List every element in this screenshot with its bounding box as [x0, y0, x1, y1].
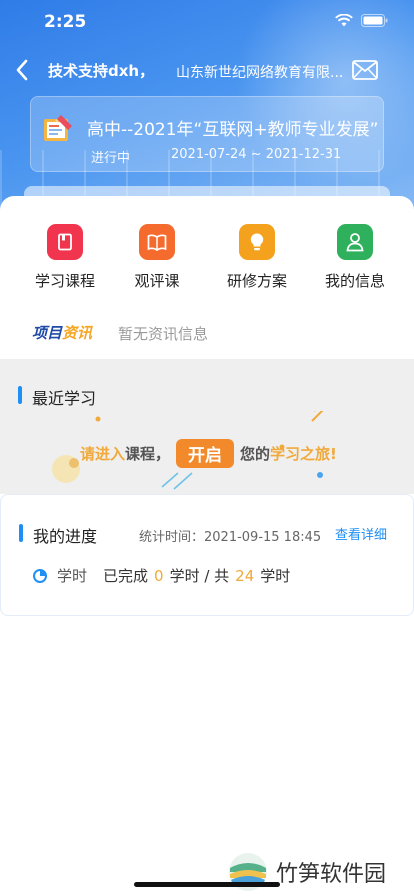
- project-title: 高中--2021年“互联网+教师专业发展”: [87, 120, 379, 140]
- completed-label: 已完成: [103, 567, 149, 585]
- menu-label: 学习课程: [34, 272, 95, 290]
- status-bar: 2:25: [0, 0, 414, 44]
- project-dates: 2021-07-24 ~ 2021-12-31: [171, 147, 342, 162]
- status-time: 2:25: [44, 12, 87, 32]
- menu-label: 观评课: [134, 272, 180, 290]
- hours-summary: 学时 已完成 0 学时 / 共 24 学时: [33, 565, 290, 586]
- watermark-text: 竹笋软件园: [276, 862, 387, 887]
- completed-unit: 学时 / 共: [169, 567, 230, 585]
- nav-title: 技术支持dxh，: [48, 62, 155, 80]
- wifi-icon: [335, 14, 353, 27]
- user-icon: [337, 224, 373, 260]
- nav-bar: 技术支持dxh， 山东新世纪网络教育有限...: [0, 52, 414, 88]
- news-logo: 项目资讯: [32, 322, 92, 343]
- recent-study-section: 最近学习 请进入 课程， 开启 您的 学习之旅!: [0, 359, 414, 494]
- banner-text-b: 课程，: [125, 445, 171, 463]
- progress-card: 我的进度 统计时间：2021-09-15 18:45 查看详细 学时 已完成 0…: [0, 494, 414, 616]
- menu-label: 我的信息: [324, 272, 385, 290]
- menu-study-courses[interactable]: 学习课程: [25, 224, 105, 291]
- total-unit: 学时: [260, 567, 291, 585]
- banner-text-a: 请进入: [80, 445, 126, 463]
- project-card[interactable]: 高中--2021年“互联网+教师专业发展” 进行中 2021-07-24 ~ 2…: [30, 96, 384, 172]
- section-marker: [19, 524, 23, 542]
- open-book-icon: [139, 224, 175, 260]
- banner-text-c: 您的: [240, 445, 271, 463]
- study-banner[interactable]: 请进入 课程， 开启 您的 学习之旅!: [80, 439, 337, 468]
- back-button[interactable]: [8, 56, 36, 84]
- news-logo-part-a: 项目: [32, 324, 63, 342]
- chevron-left-icon: [16, 59, 28, 81]
- hours-unit-label: 学时: [57, 567, 88, 585]
- section-marker: [18, 386, 22, 404]
- mail-button[interactable]: [352, 60, 378, 80]
- home-indicator[interactable]: [134, 882, 280, 887]
- menu-label: 研修方案: [226, 272, 287, 290]
- lightbulb-icon: [239, 224, 275, 260]
- status-icons: [335, 14, 388, 27]
- banner-start-pill: 开启: [176, 439, 235, 468]
- progress-title: 我的进度: [33, 527, 98, 546]
- stat-time: 统计时间：2021-09-15 18:45: [139, 530, 322, 545]
- project-book-icon: [44, 115, 72, 141]
- completed-hours: 0: [154, 566, 164, 585]
- news-empty-text: 暂无资讯信息: [118, 325, 209, 343]
- view-details-link[interactable]: 查看详细: [335, 524, 387, 543]
- battery-icon: [361, 14, 388, 27]
- pie-clock-icon: [33, 568, 47, 583]
- menu-my-info[interactable]: 我的信息: [315, 224, 395, 291]
- project-status: 进行中: [91, 151, 131, 166]
- mail-icon: [352, 60, 378, 80]
- banner-text-d: 学习之旅!: [270, 445, 337, 463]
- recent-title: 最近学习: [32, 389, 97, 408]
- menu-training-plan[interactable]: 研修方案: [217, 224, 297, 291]
- news-logo-part-b: 资讯: [62, 324, 93, 342]
- menu-lesson-review[interactable]: 观评课: [117, 224, 197, 291]
- book-icon: [47, 224, 83, 260]
- nav-subtitle: 山东新世纪网络教育有限...: [176, 65, 344, 81]
- total-hours: 24: [235, 566, 255, 585]
